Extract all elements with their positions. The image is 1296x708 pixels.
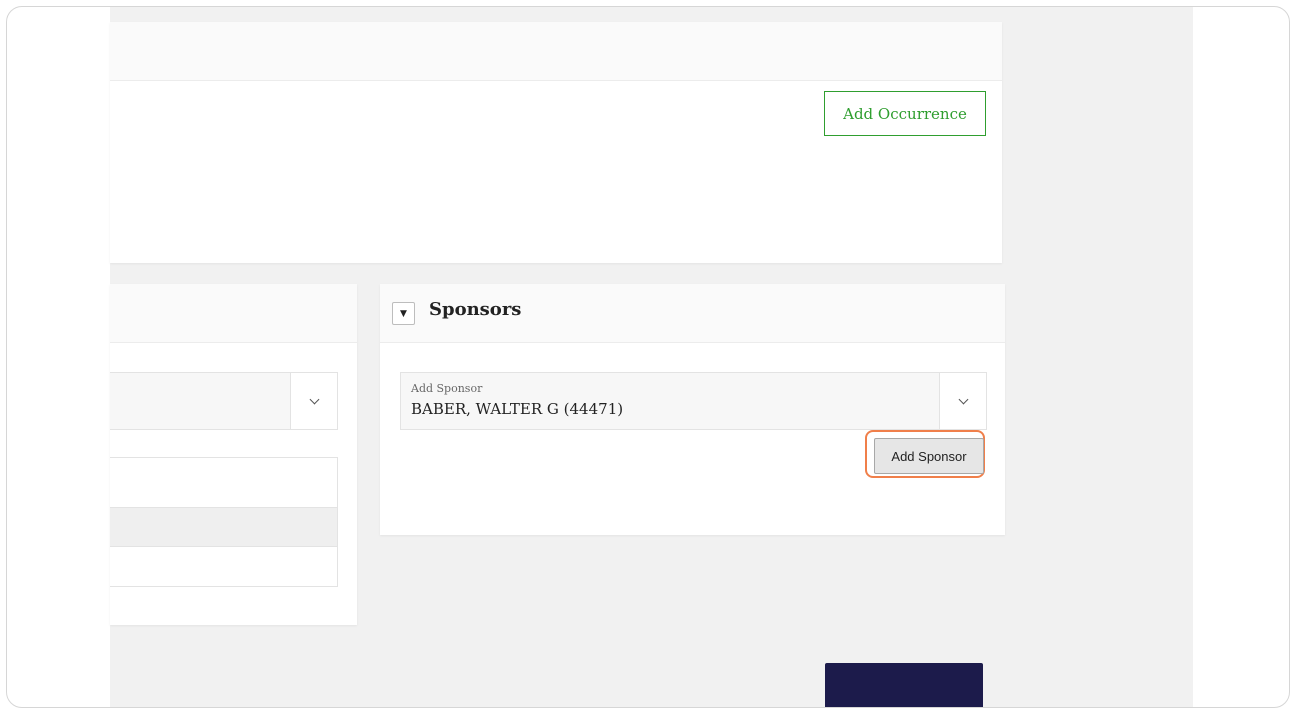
app-content: Add Occurrence ▼ Sponsors Add Sponsor BA… xyxy=(110,7,1193,707)
triangle-down-icon: ▼ xyxy=(400,308,407,319)
chevron-down-icon xyxy=(309,394,319,404)
left-dropdown[interactable] xyxy=(110,372,338,430)
primary-action-button[interactable] xyxy=(825,663,983,707)
add-sponsor-select-label: Add Sponsor xyxy=(411,382,483,395)
table-row xyxy=(110,508,337,547)
add-occurrence-button[interactable]: Add Occurrence xyxy=(824,91,986,136)
left-table xyxy=(110,457,338,587)
chevron-down-icon xyxy=(958,394,968,404)
left-panel-header xyxy=(110,284,357,343)
table-row xyxy=(110,547,337,586)
screenshot-frame: Add Occurrence ▼ Sponsors Add Sponsor BA… xyxy=(6,6,1290,708)
left-panel-card xyxy=(110,284,357,625)
add-sponsor-button[interactable]: Add Sponsor xyxy=(874,438,984,474)
left-dropdown-toggle[interactable] xyxy=(290,373,337,429)
table-row xyxy=(110,458,337,508)
add-sponsor-dropdown-toggle[interactable] xyxy=(939,373,986,429)
add-sponsor-select-value: BABER, WALTER G (44471) xyxy=(411,400,624,418)
sponsors-card-header: ▼ Sponsors xyxy=(380,284,1005,343)
occurrences-card: Add Occurrence xyxy=(110,22,1002,263)
sponsors-card: ▼ Sponsors Add Sponsor BABER, WALTER G (… xyxy=(380,284,1005,535)
sponsors-title: Sponsors xyxy=(429,299,522,320)
add-sponsor-select[interactable]: Add Sponsor BABER, WALTER G (44471) xyxy=(400,372,987,430)
collapse-toggle[interactable]: ▼ xyxy=(392,302,415,325)
occurrences-card-header xyxy=(110,22,1002,81)
